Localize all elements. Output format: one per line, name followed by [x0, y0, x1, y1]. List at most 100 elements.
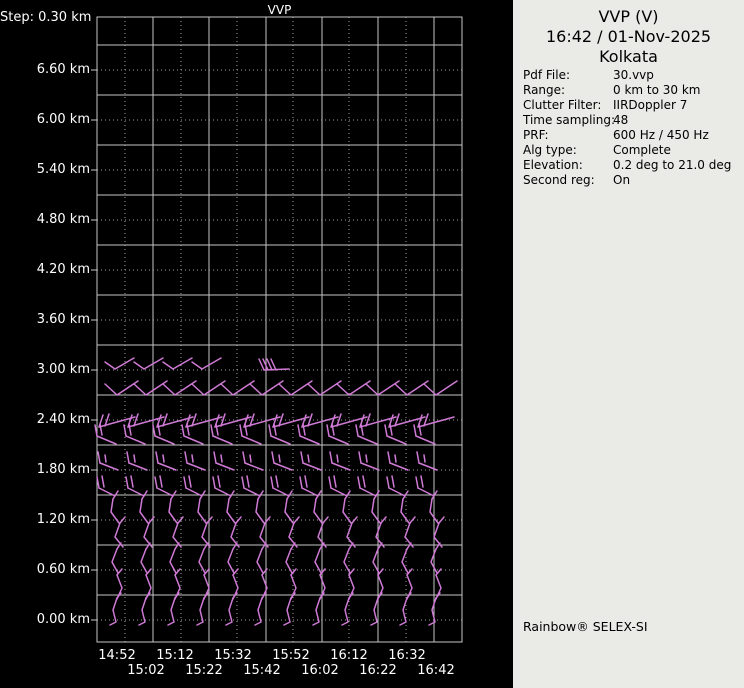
wind-barb [191, 357, 222, 370]
wind-barb [415, 435, 436, 445]
wind-barb [215, 462, 235, 471]
wind-barb [428, 597, 437, 626]
wind-barb [348, 542, 354, 550]
wind-barb [290, 542, 296, 550]
wind-barb [110, 498, 120, 524]
wind-barb [328, 435, 349, 445]
param-value: 0.2 deg to 21.0 deg [613, 158, 732, 172]
wind-barb [438, 516, 445, 524]
wind-barb [433, 522, 443, 548]
wind-barb [212, 435, 233, 445]
wind-barb [284, 498, 294, 524]
wind-barb [242, 451, 246, 464]
wind-barb [285, 548, 293, 574]
wind-barb-plot [91, 16, 463, 643]
wind-barb [162, 357, 193, 370]
wind-barb [225, 597, 234, 626]
param-row: PRF: 600 Hz / 450 Hz [523, 128, 731, 143]
wind-barb [111, 548, 119, 574]
wind-barb [302, 462, 322, 471]
wind-barb [154, 476, 158, 489]
wind-barb [186, 462, 206, 471]
wind-barb [217, 475, 221, 488]
param-row: Time sampling: 48 [523, 113, 731, 128]
wind-barb [168, 498, 178, 524]
wind-barb [336, 454, 339, 463]
wind-barb [232, 542, 238, 550]
wind-barb [230, 522, 240, 548]
wind-barb [293, 516, 300, 524]
wind-barb [126, 451, 130, 464]
wind-barb [140, 548, 148, 574]
wind-barb [188, 475, 192, 488]
param-label: Time sampling: [523, 113, 616, 127]
wind-barb [404, 522, 414, 548]
panel-title: VVP (V) [598, 7, 659, 26]
param-value: On [613, 173, 631, 187]
wind-barb [307, 380, 342, 396]
param-value: 48 [613, 113, 629, 127]
wind-barb [370, 597, 379, 626]
param-row: Range: 0 km to 30 km [523, 83, 731, 98]
wind-barb [184, 451, 188, 464]
wind-barb [341, 597, 350, 626]
wind-barb [333, 475, 337, 488]
wind-barb [239, 424, 243, 437]
wind-barb [328, 476, 332, 489]
wind-barb [299, 435, 320, 445]
wind-barb [435, 542, 441, 550]
wind-barb [157, 462, 177, 471]
wind-barb [97, 451, 101, 464]
wind-barb [249, 454, 252, 463]
param-value: 0 km to 30 km [613, 83, 701, 97]
param-row: Elevation: 0.2 deg to 21.0 deg [523, 158, 731, 173]
wind-barb [270, 476, 274, 489]
wind-barb [358, 451, 362, 464]
wind-barb [386, 435, 407, 445]
wind-barb [394, 454, 397, 463]
wind-barb [125, 476, 129, 489]
wind-barb [314, 548, 322, 574]
param-label: Pdf File: [523, 68, 571, 82]
param-row: Alg type: Complete [523, 143, 731, 158]
param-label: Range: [523, 83, 566, 97]
wind-barb [197, 498, 207, 524]
wind-barb [145, 542, 151, 550]
wind-barb [400, 498, 410, 524]
wind-barb [244, 462, 264, 471]
wind-barb [270, 435, 291, 445]
wind-barb [183, 476, 187, 489]
wind-barb [226, 498, 236, 524]
param-list: Pdf File: 30.vvp Range: 0 km to 30 km Clutte… [523, 68, 731, 188]
wind-barb [139, 498, 149, 524]
wind-barb [283, 597, 292, 626]
wind-barb [386, 476, 390, 489]
wind-barb [159, 475, 163, 488]
wind-barb [123, 424, 127, 437]
panel-site: Kolkata [599, 47, 658, 66]
wind-barb [307, 454, 310, 463]
wind-barb [416, 451, 420, 464]
wind-barb [256, 548, 264, 574]
wind-barb [365, 454, 368, 463]
wind-barb [213, 451, 217, 464]
wind-barb [329, 451, 333, 464]
wind-barb [210, 424, 214, 437]
wind-barb [401, 548, 409, 574]
wind-barb [278, 454, 281, 463]
wind-barb [259, 522, 269, 548]
wind-barb [174, 542, 180, 550]
wind-barb [375, 522, 385, 548]
wind-barb [399, 597, 408, 626]
wind-barb [114, 522, 124, 548]
wind-barb [101, 475, 105, 488]
wind-barb [203, 542, 209, 550]
wind-barb [119, 516, 126, 524]
wind-barb [96, 435, 117, 445]
wind-barb [268, 424, 272, 437]
wind-barb [261, 542, 267, 550]
panel-datetime: 16:42 / 01-Nov-2025 [545, 27, 712, 46]
param-label: PRF: [523, 128, 549, 142]
wind-barb [413, 424, 417, 437]
wind-barb [212, 476, 216, 489]
